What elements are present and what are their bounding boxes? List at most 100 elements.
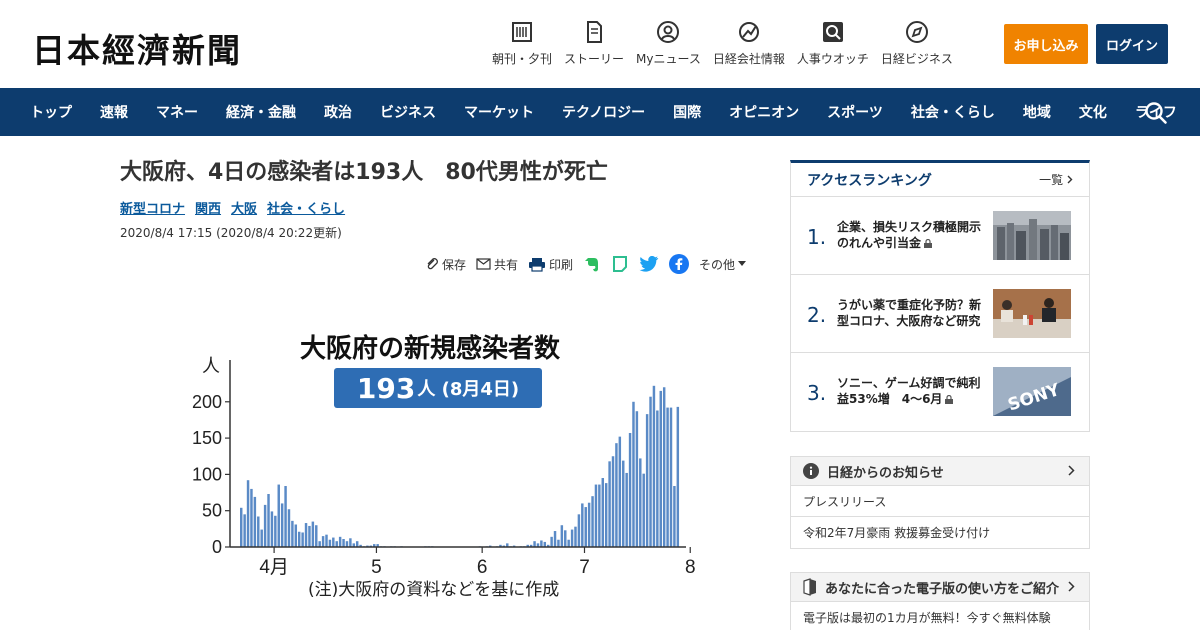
- y-tick-label: 150: [192, 428, 222, 448]
- nav-item-breaking[interactable]: 速報: [86, 102, 142, 122]
- bar: [294, 524, 298, 547]
- header-nav-label: 朝刊・夕刊: [492, 52, 553, 66]
- nav-item-culture[interactable]: 文化: [1065, 102, 1121, 122]
- search-icon[interactable]: [1143, 100, 1169, 126]
- nav-item-politics[interactable]: 政治: [310, 102, 366, 122]
- twitter-icon[interactable]: [639, 256, 659, 272]
- article-date: 2020/8/4 17:15 (2020/8/4 20:22更新): [120, 226, 342, 241]
- bar: [639, 458, 642, 547]
- bar: [267, 494, 270, 547]
- notice-item[interactable]: 令和2年7月豪雨 救援募金受け付け: [791, 517, 1089, 548]
- ranking-item[interactable]: 1. 企業、損失リスク積極開示 のれんや引当金: [791, 197, 1089, 275]
- share-button[interactable]: 共有: [476, 256, 518, 273]
- nav-item-top[interactable]: トップ: [0, 102, 86, 122]
- nav-item-technology[interactable]: テクノロジー: [548, 102, 659, 122]
- bar: [297, 531, 301, 547]
- header-nav-mynews[interactable]: Myニュース: [636, 20, 701, 67]
- ranking-item[interactable]: 2. うがい薬で重症化予防？新型コロナ、大阪府など研究: [791, 275, 1089, 353]
- article-tools: 保存 共有 印刷 その他: [425, 254, 747, 274]
- ranking-more-link[interactable]: 一覧: [1039, 171, 1073, 188]
- bar: [315, 525, 318, 547]
- bar: [557, 539, 560, 547]
- ranking-item[interactable]: 3. ソニー、ゲーム好調で純利益53%増 4～6月 SONY: [791, 353, 1089, 431]
- chevron-right-icon: [1068, 581, 1075, 592]
- bar: [570, 529, 574, 547]
- nav-item-opinion[interactable]: オピニオン: [715, 102, 813, 122]
- bar: [274, 515, 277, 547]
- save-button[interactable]: 保存: [425, 256, 466, 273]
- ranking-text: 企業、損失リスク積極開示 のれんや引当金: [837, 219, 993, 251]
- bar: [277, 484, 280, 547]
- nav-item-society[interactable]: 社会・くらし: [897, 102, 1009, 122]
- header-nav-label: 人事ウオッチ: [796, 52, 869, 66]
- ranking-headline: うがい薬で重症化予防？新型コロナ、大阪府など研究: [837, 298, 982, 329]
- notice-item[interactable]: プレスリリース: [791, 486, 1089, 517]
- notices-title: 日経からのお知らせ: [827, 465, 944, 481]
- nav-item-economy[interactable]: 経済・金融: [212, 102, 310, 122]
- bar: [598, 484, 601, 547]
- bar: [625, 472, 628, 547]
- nav-item-sports[interactable]: スポーツ: [813, 102, 897, 122]
- bar: [608, 461, 611, 547]
- bar: [666, 407, 669, 547]
- bar: [533, 541, 536, 547]
- header-nav-newspaper[interactable]: 朝刊・夕刊: [492, 20, 552, 67]
- nav-item-region[interactable]: 地域: [1009, 102, 1065, 122]
- article-tags: 新型コロナ 関西 大阪 社会・くらし: [120, 198, 760, 217]
- ranking-title: アクセスランキング: [807, 172, 932, 189]
- site-logo[interactable]: 日本經濟新聞: [32, 24, 242, 72]
- bar: [669, 407, 673, 547]
- login-button[interactable]: ログイン: [1096, 24, 1168, 64]
- book-icon: [803, 578, 816, 596]
- guide-item[interactable]: 電子版は最初の1カ月が無料！今すぐ無料体験: [791, 602, 1089, 630]
- header-nav-company-info[interactable]: 日経会社情報: [713, 20, 785, 67]
- chart-up-icon: [738, 22, 759, 42]
- ranking-headline: 企業、損失リスク積極開示 のれんや引当金: [837, 220, 994, 251]
- evernote-icon[interactable]: [583, 255, 601, 273]
- bar: [250, 488, 253, 547]
- x-tick-label: 8: [685, 557, 696, 578]
- more-button[interactable]: その他: [699, 256, 747, 273]
- nav-item-business[interactable]: ビジネス: [366, 102, 450, 122]
- sony-sign-thumb: SONY: [993, 367, 1071, 416]
- caret-down-icon: [738, 261, 747, 266]
- magnifier-icon: [822, 22, 843, 42]
- header-nav-personnel[interactable]: 人事ウオッチ: [797, 20, 869, 67]
- notices-header[interactable]: 日経からのお知らせ: [791, 457, 1089, 486]
- nav-item-money[interactable]: マネー: [142, 102, 212, 122]
- header-nav-story[interactable]: ストーリー: [564, 20, 624, 67]
- compass-icon: [905, 21, 928, 43]
- facebook-icon[interactable]: [669, 254, 690, 274]
- ranking-number: 1.: [807, 225, 827, 249]
- nav-item-market[interactable]: マーケット: [450, 102, 548, 122]
- bar: [332, 537, 335, 547]
- y-tick-label: 100: [192, 464, 222, 484]
- memo-icon[interactable]: [611, 255, 629, 273]
- bar: [635, 411, 639, 547]
- guide-header[interactable]: あなたに合った電子版の使い方をご紹介: [791, 573, 1089, 602]
- nav-item-international[interactable]: 国際: [659, 102, 715, 122]
- x-tick-label: 7: [579, 557, 590, 578]
- article-tag[interactable]: 新型コロナ: [120, 198, 185, 217]
- bar: [611, 456, 615, 547]
- header-nav-business[interactable]: 日経ビジネス: [881, 20, 953, 67]
- print-button[interactable]: 印刷: [528, 256, 573, 273]
- bar: [550, 536, 553, 547]
- guide-title: あなたに合った電子版の使い方をご紹介: [825, 581, 1060, 597]
- article-tag[interactable]: 社会・くらし: [267, 198, 345, 217]
- digital-guide: あなたに合った電子版の使い方をご紹介 電子版は最初の1カ月が無料！今すぐ無料体験: [790, 572, 1090, 630]
- bar: [604, 483, 608, 547]
- chevron-right-icon: [1068, 465, 1075, 476]
- apply-button[interactable]: お申し込み: [1004, 24, 1088, 64]
- bar: [622, 460, 625, 547]
- category-nav-list: トップ 速報 マネー 経済・金融 政治 ビジネス マーケット テクノロジー 国際…: [0, 88, 1191, 136]
- article-tag[interactable]: 関西: [195, 198, 221, 217]
- article-tag[interactable]: 大阪: [231, 198, 257, 217]
- access-ranking: アクセスランキング 一覧 1. 企業、損失リスク積極開示 のれんや引当金 2. …: [790, 160, 1090, 432]
- bar: [287, 509, 291, 547]
- header-nav-label: 日経会社情報: [712, 52, 785, 66]
- bar: [308, 525, 311, 547]
- user-icon: [657, 21, 680, 43]
- ranking-more-label: 一覧: [1039, 173, 1064, 187]
- ranking-header: アクセスランキング 一覧: [791, 163, 1089, 197]
